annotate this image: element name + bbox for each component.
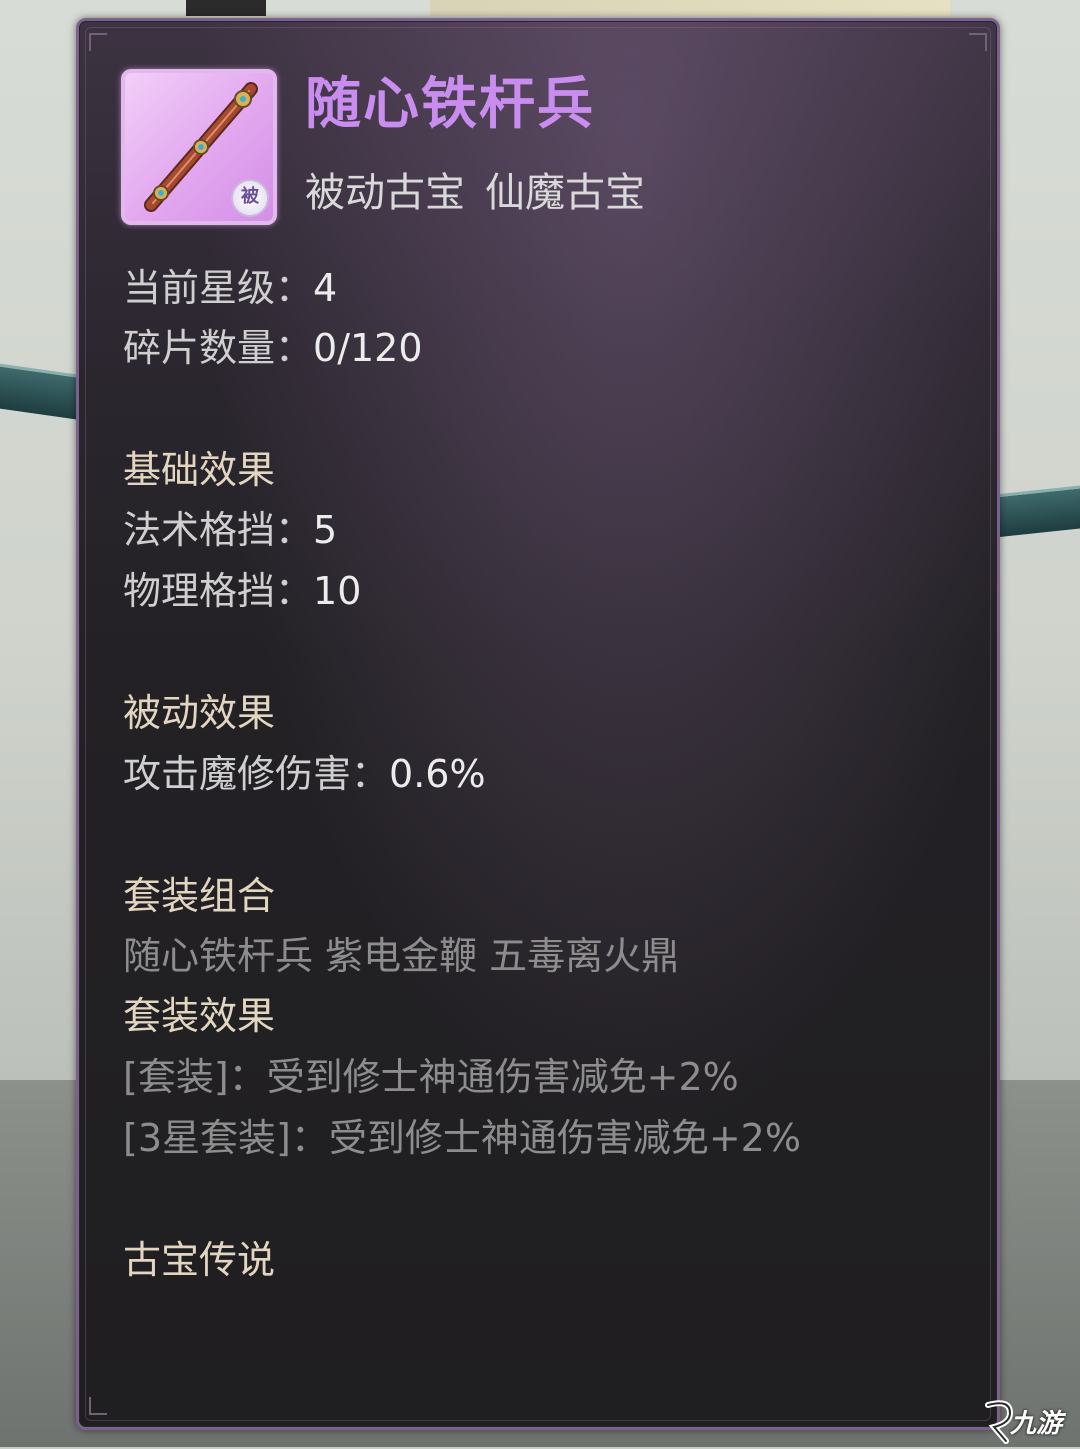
base-effect-heading: 基础效果 bbox=[123, 448, 276, 492]
passive-effect-value: 0.6% bbox=[389, 752, 486, 796]
set-effect-line: [3星套装]：受到修士神通伤害减免+2% bbox=[123, 1116, 801, 1160]
star-level-row: 当前星级：4 bbox=[123, 263, 337, 313]
shard-count-value: 0/120 bbox=[313, 326, 423, 370]
treasure-name: 随心铁杆兵 bbox=[305, 72, 595, 137]
base-effect-value: 10 bbox=[313, 569, 362, 613]
tag-category: 仙魔古宝 bbox=[485, 170, 645, 216]
scene-top-banner bbox=[430, 0, 950, 16]
base-effect-row: 物理格挡：10 bbox=[123, 566, 361, 616]
star-level-value: 4 bbox=[313, 266, 338, 310]
scene-top-tab bbox=[186, 0, 266, 16]
set-effect-heading: 套装效果 bbox=[123, 994, 276, 1038]
base-effect-label: 法术格挡： bbox=[123, 508, 314, 552]
star-level-label: 当前星级： bbox=[123, 266, 314, 310]
set-combo-heading: 套装组合 bbox=[123, 874, 276, 918]
set-combo-members: 随心铁杆兵 紫电金鞭 五毒离火鼎 bbox=[123, 934, 680, 978]
corner-ornament-icon bbox=[89, 33, 107, 51]
base-effect-row: 法术格挡：5 bbox=[123, 505, 337, 555]
corner-ornament-icon bbox=[969, 33, 987, 51]
site-watermark: 九游 bbox=[980, 1397, 1076, 1445]
set-effect-line: [套装]：受到修士神通伤害减免+2% bbox=[123, 1055, 739, 1099]
treasure-tags: 被动古宝 仙魔古宝 bbox=[305, 167, 645, 219]
passive-effect-row: 攻击魔修伤害：0.6% bbox=[123, 749, 486, 799]
passive-effect-label: 攻击魔修伤害： bbox=[123, 752, 390, 796]
passive-badge: 被 bbox=[231, 179, 269, 217]
tag-passive: 被动古宝 bbox=[305, 170, 465, 216]
corner-ornament-icon bbox=[89, 1397, 107, 1415]
shard-count-label: 碎片数量： bbox=[123, 326, 314, 370]
passive-effect-heading: 被动效果 bbox=[123, 691, 276, 735]
lore-heading: 古宝传说 bbox=[123, 1238, 276, 1282]
base-effect-value: 5 bbox=[313, 508, 338, 552]
treasure-item-icon: 被 bbox=[121, 69, 277, 225]
watermark-text: 九游 bbox=[1010, 1409, 1063, 1439]
treasure-tooltip-panel: 被 随心铁杆兵 被动古宝 仙魔古宝 当前星级：4 碎片数量：0/120 基础效果 … bbox=[76, 18, 1000, 1430]
base-effect-label: 物理格挡： bbox=[123, 569, 314, 613]
shard-count-row: 碎片数量：0/120 bbox=[123, 323, 423, 373]
scene-ribbon-right bbox=[995, 485, 1080, 538]
